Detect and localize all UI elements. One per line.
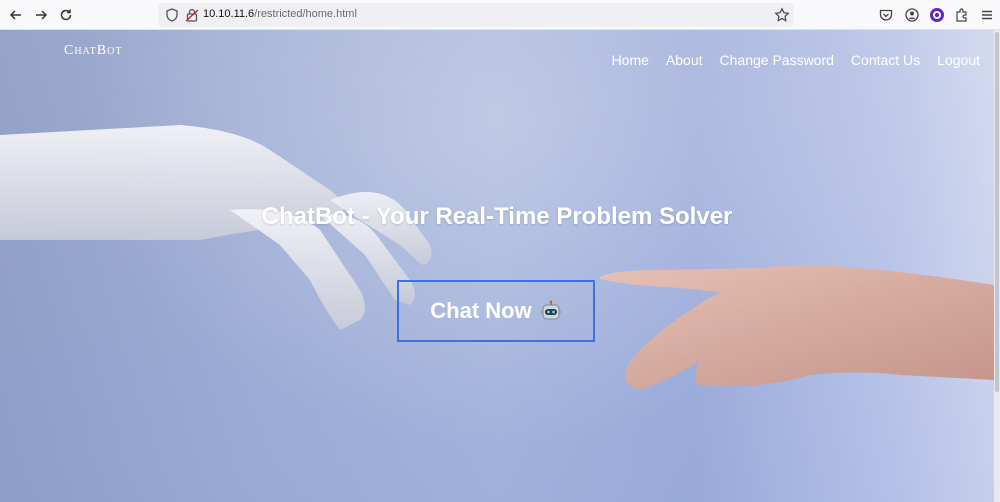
nav-change-password-link[interactable]: Change Password [720,52,834,68]
chat-now-button[interactable]: Chat Now [397,280,595,342]
extensions-puzzle-icon[interactable] [954,7,970,23]
nav-contact-us-link[interactable]: Contact Us [851,52,920,68]
back-arrow-icon[interactable] [5,4,27,26]
browser-toolbar: 10.10.11.6/restricted/home.html [0,0,1000,30]
url-text: 10.10.11.6/restricted/home.html [203,8,357,20]
main-nav: Home About Change Password Contact Us Lo… [612,52,980,68]
brand-logo[interactable]: ChatBot [64,43,122,59]
extension-badge-icon[interactable] [929,7,945,23]
nav-home-link[interactable]: Home [612,52,649,68]
reload-icon[interactable] [55,4,77,26]
shield-icon[interactable] [164,7,180,23]
account-icon[interactable] [904,7,920,23]
nav-logout-link[interactable]: Logout [937,52,980,68]
robot-icon [540,300,561,320]
hero-background-image [0,125,994,390]
bookmark-star-icon[interactable] [774,7,790,23]
pocket-icon[interactable] [878,7,894,23]
url-bar[interactable]: 10.10.11.6/restricted/home.html [158,3,794,27]
nav-about-link[interactable]: About [666,52,703,68]
chat-now-label: Chat Now [430,298,532,323]
forward-arrow-icon[interactable] [30,4,52,26]
page-viewport: ChatBot Home About Change Password Conta… [0,30,994,502]
hero-title: ChatBot - Your Real-Time Problem Solver [261,203,733,230]
menu-hamburger-icon[interactable] [979,7,995,23]
scrollbar-thumb[interactable] [995,32,999,392]
insecure-lock-icon[interactable] [184,7,200,23]
page-scrollbar[interactable] [994,30,1000,502]
